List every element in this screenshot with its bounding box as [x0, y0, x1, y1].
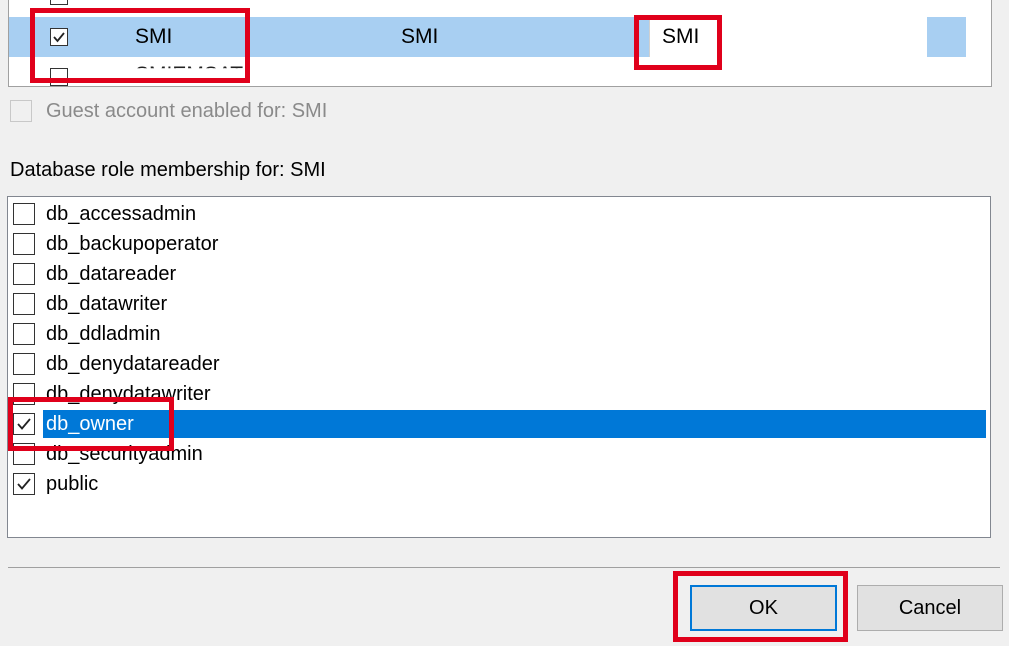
role-checkbox[interactable]	[13, 323, 35, 345]
role-item[interactable]: db_backupoperator	[8, 229, 990, 259]
annotation-highlight-ok-button	[673, 571, 848, 642]
guest-account-label: Guest account enabled for: SMI	[46, 100, 328, 122]
checkmark-icon	[17, 478, 31, 490]
grid-user-cell: SMI	[401, 25, 439, 48]
role-checkbox[interactable]	[13, 263, 35, 285]
cancel-button[interactable]: Cancel	[857, 585, 1003, 631]
role-checkbox[interactable]	[13, 353, 35, 375]
role-label: public	[46, 473, 99, 495]
role-membership-title: Database role membership for: SMI	[10, 159, 326, 181]
role-membership-list[interactable]: db_accessadmin db_backupoperator db_datare…	[7, 196, 991, 538]
selection-highlight	[43, 410, 986, 438]
annotation-highlight-db-owner	[8, 397, 174, 451]
annotation-highlight-default-schema	[634, 15, 722, 70]
map-checkbox[interactable]	[50, 0, 68, 5]
role-item[interactable]: db_denydatareader	[8, 349, 990, 379]
footer-divider	[8, 567, 1000, 568]
role-checkbox[interactable]	[13, 203, 35, 225]
role-label: db_accessadmin	[46, 203, 197, 225]
role-label: db_backupoperator	[46, 233, 219, 255]
role-item[interactable]: db_datareader	[8, 259, 990, 289]
role-label: db_datawriter	[46, 293, 168, 315]
role-checkbox[interactable]	[13, 233, 35, 255]
role-item[interactable]: public	[8, 469, 990, 499]
role-label: db_ddladmin	[46, 323, 161, 345]
annotation-highlight-mapped-database	[30, 8, 250, 83]
grid-scrollbar[interactable]: ⌄	[966, 0, 991, 86]
role-label: db_denydatareader	[46, 353, 220, 375]
role-checkbox[interactable]	[13, 473, 35, 495]
guest-account-checkbox[interactable]	[10, 100, 32, 122]
role-label: db_datareader	[46, 263, 177, 285]
role-item[interactable]: db_ddladmin	[8, 319, 990, 349]
role-item[interactable]: db_datawriter	[8, 289, 990, 319]
role-item[interactable]: db_accessadmin	[8, 199, 990, 229]
role-checkbox[interactable]	[13, 293, 35, 315]
